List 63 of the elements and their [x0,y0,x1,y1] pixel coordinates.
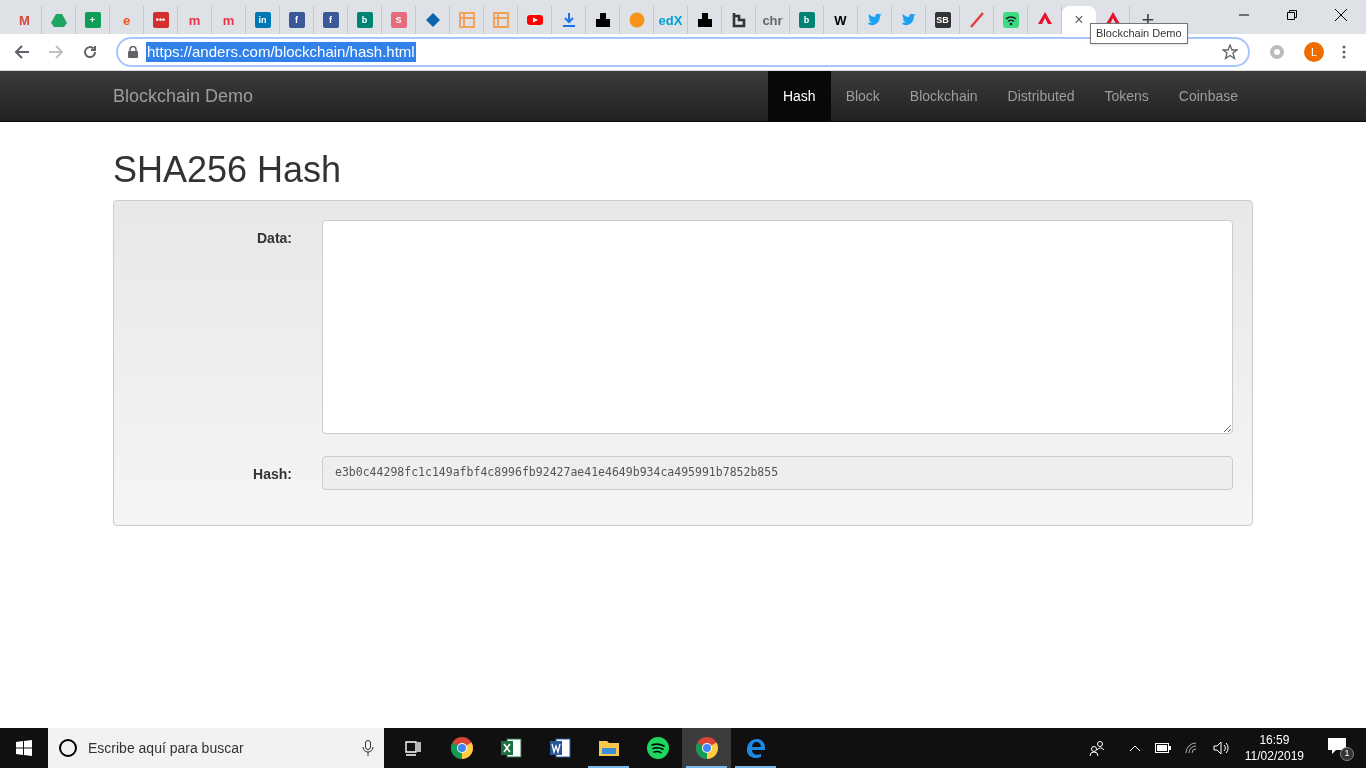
favicon-letter: M [19,13,30,27]
lock-icon [128,46,138,58]
chrome-icon[interactable] [694,736,719,760]
favicon-badge: f [288,12,305,28]
favicon-badge: ••• [152,12,169,28]
favicon-badge: in [254,12,271,28]
battery-icon[interactable] [1154,743,1171,753]
windows-icon[interactable] [16,740,32,756]
favicon-letter: e [122,13,131,27]
favicon-letter: edX [658,13,683,27]
menu-icon[interactable] [1342,45,1346,59]
clock-time: 16:59 [1259,732,1290,748]
people-icon[interactable] [1088,740,1105,756]
url-text: https://anders.com/blockchain/hash.html [146,42,416,62]
search-box[interactable]: Escribe aquí para buscar [48,728,384,768]
favicon-letter: m [188,13,201,27]
chrome-icon[interactable] [449,736,474,760]
favicon-badge: + [84,12,101,28]
chevron-up-icon[interactable] [1128,744,1141,752]
favicon-badge: SB [934,12,951,28]
favicon-letter: m [222,13,235,27]
message-icon [1328,738,1346,754]
spreadsheet-icon[interactable] [498,736,523,760]
favicon-badge: b [356,12,373,28]
favicon-badge: b [798,12,815,28]
close-icon[interactable]: × [1074,12,1084,28]
field-label: Data: [256,229,292,248]
search-placeholder: Escribe aquí para buscar [88,738,244,758]
taskbar-app[interactable] [682,728,731,768]
nav-link[interactable]: Blockchain [894,71,993,121]
speaker-icon[interactable] [1212,741,1231,755]
page-title: SHA256 Hash [113,150,343,190]
favicon-letter: W [834,13,847,27]
wifi-icon[interactable] [1184,742,1199,754]
reload-icon[interactable] [82,44,98,60]
notification-button[interactable]: 1 [1328,735,1354,761]
tooltip: Blockchain Demo [1090,23,1188,44]
task-view-icon[interactable] [402,738,423,758]
clock[interactable]: 16:59 11/02/2019 [1244,732,1304,764]
hash-field[interactable]: e3b0c44298fc1c149afbf4c8996fb92427ae41e4649b934ca495991b7852b855 [322,456,1233,490]
nav-link[interactable]: Distributed [992,71,1090,121]
back-icon[interactable] [14,44,30,60]
circle-icon [58,738,78,758]
document-icon[interactable] [547,736,572,760]
address-bar[interactable]: https://anders.com/blockchain/hash.html [116,37,1250,67]
profile-avatar[interactable]: L [1304,42,1324,62]
nav-link[interactable]: Tokens [1089,71,1164,121]
microphone-icon[interactable] [362,740,374,756]
favicon-badge: f [322,12,339,28]
field-label: Hash: [252,465,292,484]
close-icon[interactable] [1335,9,1347,21]
browser-tab[interactable]: × [1062,6,1096,34]
clock-date: 11/02/2019 [1244,748,1304,764]
nav-link[interactable]: Block [830,71,895,121]
nav-link[interactable]: Hash [767,71,831,121]
favicon-letter: chr [762,13,783,27]
music-icon[interactable] [645,736,670,760]
notification-count: 1 [1340,747,1354,761]
star-icon[interactable] [1222,44,1238,60]
favicon-badge: S [390,12,407,28]
brand-link[interactable]: Blockchain Demo [113,82,254,110]
nav-link[interactable]: Coinbase [1163,71,1253,121]
restore-icon[interactable] [1287,10,1297,20]
